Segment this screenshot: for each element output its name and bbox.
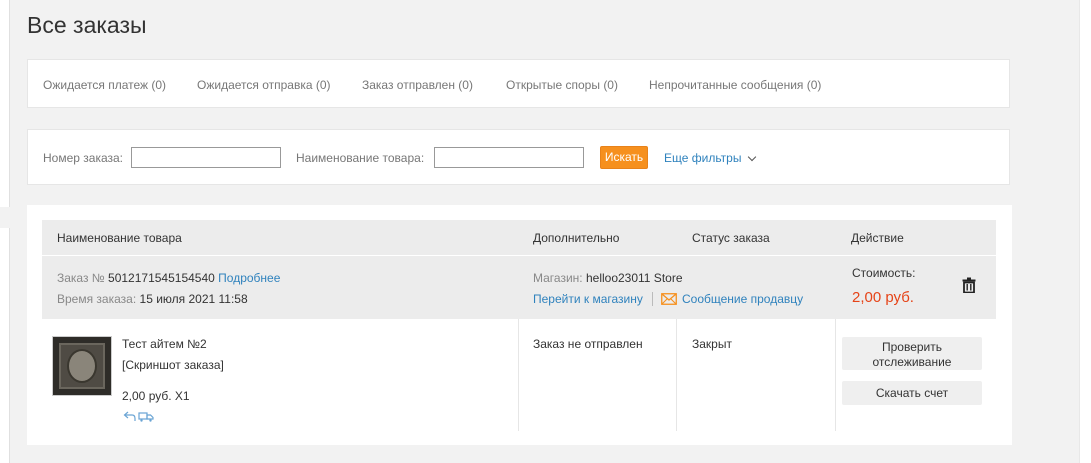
envelope-icon	[661, 293, 677, 305]
table-header-row: Наименование товара Дополнительно Статус…	[42, 220, 996, 255]
order-cost: 2,00 руб.	[852, 289, 914, 306]
column-divider	[518, 319, 519, 431]
orders-table: Наименование товара Дополнительно Статус…	[27, 205, 1012, 445]
header-product: Наименование товара	[57, 231, 182, 245]
column-divider	[835, 319, 836, 431]
more-filters-label: Еще фильтры	[664, 151, 742, 165]
order-status-tabs: Ожидается платеж (0) Ожидается отправка …	[27, 59, 1010, 108]
go-to-store-link[interactable]: Перейти к магазину	[533, 292, 643, 306]
order-number-label: Заказ №	[57, 271, 105, 285]
store-name: helloo23011 Store	[585, 271, 683, 285]
search-button[interactable]: Искать	[600, 146, 648, 169]
left-sidebar-segment	[0, 0, 10, 207]
order-number-label: Номер заказа:	[43, 151, 124, 165]
order-time-line: Время заказа: 15 июля 2021 11:58	[57, 292, 248, 306]
tab-awaiting-shipment[interactable]: Ожидается отправка (0)	[197, 78, 331, 92]
store-line: Магазин: helloo23011 Store	[533, 271, 683, 285]
filter-bar: Номер заказа: Наименование товара: Искат…	[27, 129, 1010, 185]
order-time-label: Время заказа:	[57, 292, 137, 306]
tab-awaiting-payment[interactable]: Ожидается платеж (0)	[43, 78, 166, 92]
page-title: Все заказы	[27, 12, 147, 38]
download-invoice-button[interactable]: Скачать счет	[842, 381, 982, 405]
product-thumbnail[interactable]	[52, 336, 112, 396]
store-label: Магазин:	[533, 271, 583, 285]
order-item-row: Тест айтем №2 [Скриншот заказа] 2,00 руб…	[42, 319, 996, 431]
price-quantity: 2,00 руб. X1	[122, 389, 190, 403]
header-status: Статус заказа	[692, 231, 770, 245]
return-shipping-icons	[123, 411, 154, 422]
cost-label: Стоимость:	[852, 266, 916, 280]
product-name-label: Наименование товара:	[296, 151, 425, 165]
order-screenshot-link[interactable]: [Скриншот заказа]	[122, 358, 224, 372]
chevron-down-icon	[748, 152, 757, 162]
left-sidebar-edge	[0, 0, 10, 463]
header-additional: Дополнительно	[533, 231, 620, 245]
order-status: Закрыт	[692, 337, 732, 351]
tab-order-shipped[interactable]: Заказ отправлен (0)	[362, 78, 473, 92]
product-title[interactable]: Тест айтем №2	[122, 337, 207, 351]
stamp-emblem	[67, 349, 97, 383]
order-number-input[interactable]	[131, 147, 281, 168]
order-header-row: Заказ № 5012171545154540 Подробнее Время…	[42, 256, 996, 319]
trash-icon[interactable]	[962, 277, 976, 293]
header-action: Действие	[851, 231, 904, 245]
tab-unread-messages[interactable]: Непрочитанные сообщения (0)	[649, 78, 821, 92]
track-shipment-button[interactable]: Проверить отслеживание	[842, 337, 982, 370]
right-panel-edge	[1079, 0, 1091, 463]
shipping-status: Заказ не отправлен	[533, 337, 643, 351]
message-seller-link[interactable]: Сообщение продавцу	[682, 292, 803, 306]
link-divider	[652, 292, 653, 306]
left-sidebar-segment	[0, 228, 10, 463]
order-number: 5012171545154540	[108, 271, 215, 285]
order-details-link[interactable]: Подробнее	[218, 271, 280, 285]
product-name-input[interactable]	[434, 147, 584, 168]
order-number-line: Заказ № 5012171545154540 Подробнее	[57, 271, 280, 285]
column-divider	[676, 319, 677, 431]
more-filters-toggle[interactable]: Еще фильтры	[664, 151, 757, 165]
order-time: 15 июля 2021 11:58	[139, 292, 248, 306]
tab-open-disputes[interactable]: Открытые споры (0)	[506, 78, 618, 92]
